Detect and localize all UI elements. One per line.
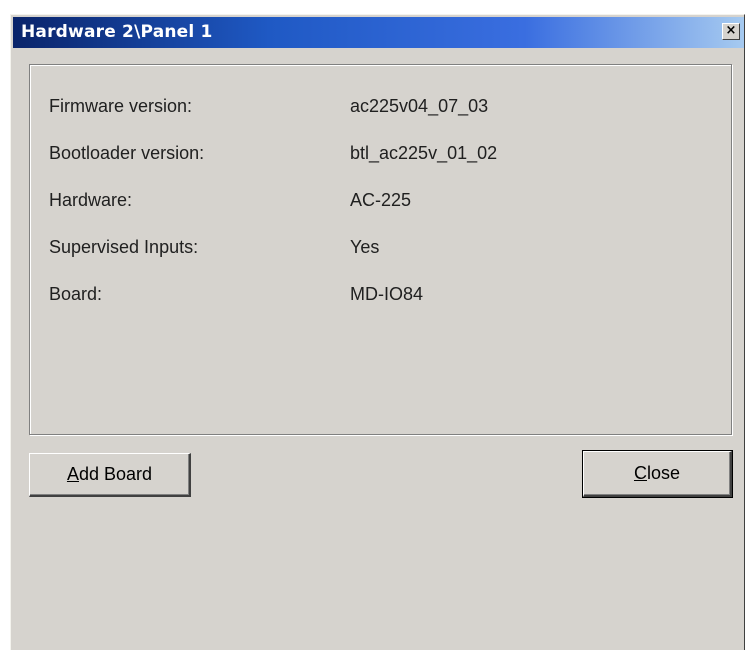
info-value: Yes [350,237,380,257]
info-value: MD-IO84 [350,284,424,304]
dialog-window: Hardware 2\Panel 1 × Firmware version: a… [10,14,745,650]
info-row-bootloader: Bootloader version: btl_ac225v_01_02 [30,143,731,173]
info-label: Supervised Inputs: [49,237,199,257]
window-title: Hardware 2\Panel 1 [21,22,213,42]
info-row-supervised-inputs: Supervised Inputs: Yes [30,237,731,267]
close-label: Close [634,463,680,484]
info-panel: Firmware version: ac225v04_07_03 Bootloa… [29,64,732,435]
add-board-mnemonic: A [66,464,79,484]
info-row-board: Board: MD-IO84 [30,284,731,314]
info-value: btl_ac225v_01_02 [350,143,498,163]
close-icon[interactable]: × [722,23,740,40]
info-value: ac225v04_07_03 [350,96,489,116]
info-label: Firmware version: [49,96,193,116]
info-label: Hardware: [49,190,133,210]
close-mnemonic: C [633,463,647,483]
add-board-button[interactable]: Add Board [29,453,191,497]
info-label: Bootloader version: [49,143,205,163]
title-bar[interactable]: Hardware 2\Panel 1 × [13,17,744,48]
add-board-label: Add Board [67,464,152,485]
info-row-hardware: Hardware: AC-225 [30,190,731,220]
close-label-rest: lose [646,463,681,483]
info-label: Board: [49,284,103,304]
info-value: AC-225 [350,190,412,210]
close-button[interactable]: Close [582,450,733,498]
info-row-firmware: Firmware version: ac225v04_07_03 [30,96,731,126]
add-board-label-rest: dd Board [78,464,153,484]
